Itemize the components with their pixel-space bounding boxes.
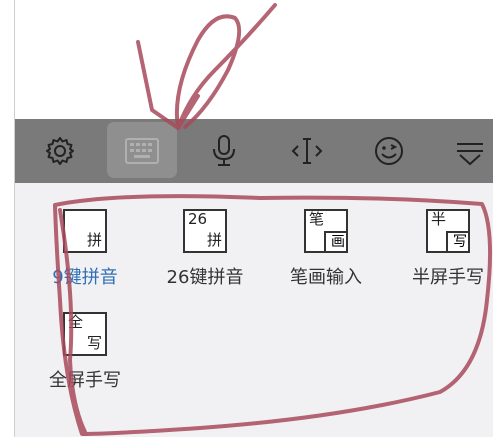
mode-icon-top-text: 半 <box>431 210 447 228</box>
mode-icon-full-handwriting: 全 写 <box>63 312 107 356</box>
mode-icon-bottom-text: 写 <box>86 334 102 352</box>
mode-stroke-input[interactable]: 笔 画 笔画输入 <box>271 209 381 289</box>
settings-button[interactable] <box>25 119 95 183</box>
mode-icon-top-text: 全 <box>68 313 84 331</box>
mode-icon-bottom-text: 写 <box>453 234 467 250</box>
mode-full-screen-handwriting[interactable]: 全 写 全屏手写 <box>30 312 140 392</box>
mode-label: 26键拼音 <box>166 267 244 288</box>
cursor-move-icon <box>291 138 323 164</box>
mode-icon-bottom-text: 拼 <box>86 231 102 249</box>
mode-icon-stroke: 笔 画 <box>304 209 348 253</box>
mode-icon-split: 写 <box>446 231 470 253</box>
cursor-move-button[interactable] <box>272 119 342 183</box>
keyboard-button[interactable] <box>107 119 177 183</box>
mode-half-screen-handwriting[interactable]: 半 写 半屏手写 <box>393 209 493 289</box>
keyboard-toolbar <box>15 119 493 183</box>
collapse-keyboard-button[interactable] <box>435 119 493 183</box>
mode-label: 半屏手写 <box>412 267 484 288</box>
gear-icon <box>46 137 74 165</box>
keyboard-icon <box>125 138 159 164</box>
mode-icon-split: 画 <box>324 231 348 253</box>
emoji-button[interactable] <box>354 119 424 183</box>
mode-icon-top-text: 26 <box>188 210 208 228</box>
mode-label: 全屏手写 <box>49 370 121 391</box>
mode-icon-bottom-text: 画 <box>331 234 345 250</box>
collapse-icon <box>457 143 483 166</box>
mode-label: 9键拼音 <box>52 267 118 288</box>
mode-icon-bottom-text: 拼 <box>206 231 222 249</box>
mode-9key-pinyin[interactable]: 拼 9键拼音 <box>30 209 140 289</box>
mode-icon-26key: 26 拼 <box>183 209 227 253</box>
mode-icon-half-handwriting: 半 写 <box>426 209 470 253</box>
microphone-icon <box>213 135 235 166</box>
mode-label: 笔画输入 <box>290 267 362 288</box>
mode-icon-top-text: 笔 <box>309 210 325 228</box>
mode-icon-9key: 拼 <box>63 209 107 253</box>
voice-input-button[interactable] <box>189 119 259 183</box>
emoji-icon <box>375 137 403 165</box>
mode-26key-pinyin[interactable]: 26 拼 26键拼音 <box>150 209 260 289</box>
